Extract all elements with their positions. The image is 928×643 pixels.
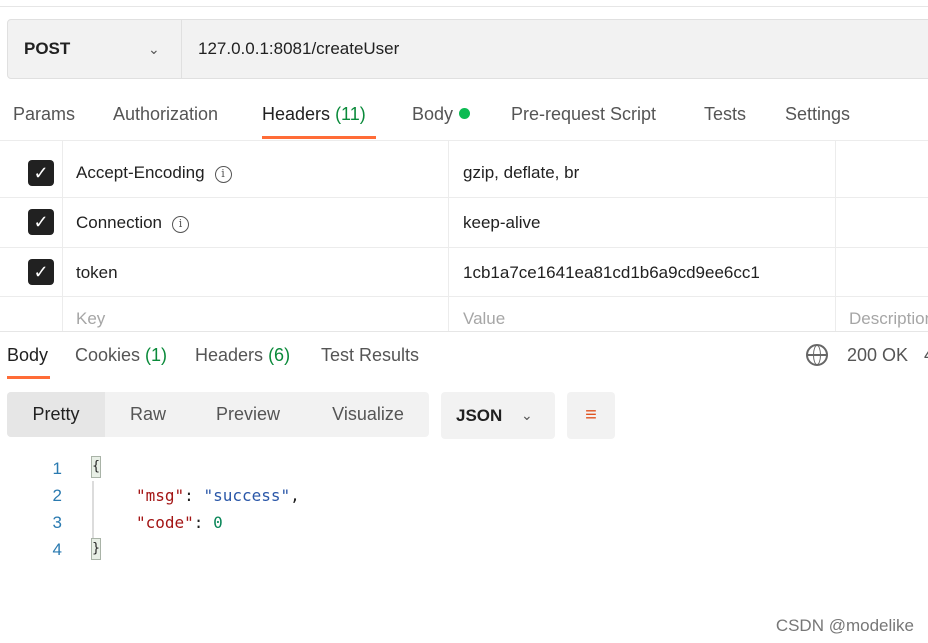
body-indicator-dot <box>459 108 471 119</box>
close-brace: } <box>91 538 101 560</box>
tab-headers[interactable]: Headers (11) <box>262 104 366 125</box>
checkbox-checked-icon[interactable]: ✓ <box>28 259 54 285</box>
globe-icon[interactable] <box>806 344 828 366</box>
line-number: 2 <box>52 486 62 505</box>
status-code: 200 OK <box>847 345 909 365</box>
code-line-msg: "msg": "success", <box>136 486 300 505</box>
open-brace: { <box>91 456 101 478</box>
key-input[interactable]: Key <box>76 297 105 341</box>
url-bar: POST ⌄ 127.0.0.1:8081/createUser <box>7 19 928 79</box>
chevron-down-icon[interactable]: ⌄ <box>148 20 160 78</box>
response-time: 4 <box>924 345 928 366</box>
view-preview[interactable]: Preview <box>203 392 293 437</box>
tab-label: Headers <box>262 104 331 124</box>
checkbox-checked-icon[interactable]: ✓ <box>28 209 54 235</box>
info-icon[interactable]: i <box>214 166 232 183</box>
header-value[interactable]: keep-alive <box>463 198 541 247</box>
url-input[interactable]: 127.0.0.1:8081/createUser <box>198 20 399 78</box>
headers-table: ✓ Accept-Encoding i gzip, deflate, br ✓ C… <box>0 140 928 332</box>
tab-tests[interactable]: Tests <box>704 104 746 125</box>
indent-guide <box>92 481 94 539</box>
view-pretty[interactable]: Pretty <box>7 392 105 437</box>
method-select[interactable]: POST <box>24 20 70 78</box>
checkbox-checked-icon[interactable]: ✓ <box>28 160 54 186</box>
tab-params[interactable]: Params <box>13 104 75 125</box>
divider <box>181 20 182 78</box>
line-number: 1 <box>52 459 62 478</box>
watermark: CSDN @modelike <box>775 616 914 635</box>
table-row: ✓ Accept-Encoding i gzip, deflate, br <box>0 148 928 198</box>
code-line-code: "code": 0 <box>136 513 223 532</box>
response-tab-headers[interactable]: Headers (6) <box>195 345 290 366</box>
line-number: 3 <box>52 513 62 532</box>
header-key[interactable]: token <box>76 248 118 297</box>
table-row-new: Key Value Description <box>0 297 928 333</box>
description-input[interactable]: Description <box>849 297 928 341</box>
table-row: ✓ Connection i keep-alive <box>0 198 928 248</box>
response-tab-test-results[interactable]: Test Results <box>321 345 419 366</box>
format-select[interactable]: JSON ⌄ <box>441 392 555 439</box>
tab-authorization[interactable]: Authorization <box>113 104 218 125</box>
tab-settings[interactable]: Settings <box>785 104 850 125</box>
value-input[interactable]: Value <box>463 297 505 341</box>
active-tab-indicator <box>262 136 376 139</box>
header-value[interactable]: 1cb1a7ce1641ea81cd1b6a9cd9ee6cc1 <box>463 248 760 297</box>
tab-pre-request-script[interactable]: Pre-request Script <box>511 104 656 125</box>
info-icon[interactable]: i <box>172 216 190 233</box>
wrap-lines-icon[interactable]: ≡ <box>567 392 615 439</box>
chevron-down-icon: ⌄ <box>521 407 533 423</box>
header-key[interactable]: Connection i <box>76 198 190 247</box>
active-tab-indicator <box>7 376 50 379</box>
view-mode-selector: Pretty Raw Preview Visualize <box>7 392 429 437</box>
tab-label: Body <box>412 104 454 124</box>
response-tab-cookies[interactable]: Cookies (1) <box>75 345 167 366</box>
header-key[interactable]: Accept-Encoding i <box>76 148 232 197</box>
table-row: ✓ token 1cb1a7ce1641ea81cd1b6a9cd9ee6cc1 <box>0 248 928 297</box>
line-number: 4 <box>52 540 62 559</box>
header-value[interactable]: gzip, deflate, br <box>463 148 579 197</box>
response-tab-body[interactable]: Body <box>7 345 48 366</box>
headers-count: (11) <box>335 104 366 124</box>
view-visualize[interactable]: Visualize <box>323 392 413 437</box>
top-divider <box>0 6 928 7</box>
tab-body[interactable]: Body <box>412 104 471 125</box>
view-raw[interactable]: Raw <box>115 392 181 437</box>
